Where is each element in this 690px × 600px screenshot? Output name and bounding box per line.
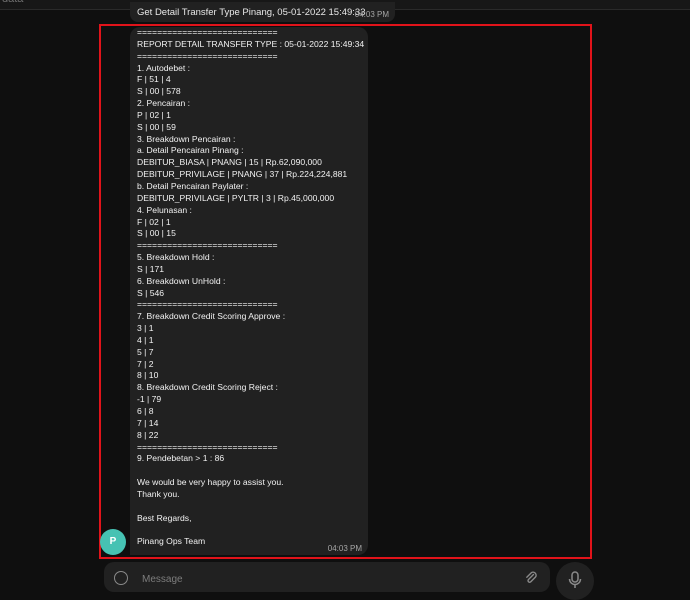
record-voice-button[interactable] bbox=[556, 562, 594, 600]
message-line: 1. Autodebet : bbox=[137, 62, 191, 73]
message-line: 3 | 1 bbox=[137, 323, 154, 334]
message-line: 7 | 14 bbox=[137, 417, 159, 428]
message-line: DEBITUR_PRIVILAGE | PYLTR | 3 | Rp.45,00… bbox=[137, 192, 335, 203]
message-line: DEBITUR_BIASA | PNANG | 15 | Rp.62,090,0… bbox=[137, 157, 322, 168]
message-line: S | 00 | 15 bbox=[137, 228, 176, 239]
previous-message-bubble[interactable]: Get Detail Transfer Type Pinang, 05-01-2… bbox=[130, 2, 395, 22]
message-line: 6. Breakdown UnHold : bbox=[137, 275, 226, 286]
header-hint-text: data bbox=[2, 0, 23, 5]
message-line: 5. Breakdown Hold : bbox=[137, 252, 215, 263]
message-time: 04:03 PM bbox=[327, 544, 362, 553]
message-line: 8 | 22 bbox=[137, 429, 159, 440]
message-line: Thank you. bbox=[137, 488, 180, 499]
message-line bbox=[137, 501, 364, 513]
message-line: 6 | 8 bbox=[137, 406, 154, 416]
paperclip-icon[interactable] bbox=[524, 571, 538, 585]
previous-message-time: 04:03 PM bbox=[354, 10, 389, 19]
message-line: 2. Pencairan : bbox=[137, 98, 191, 109]
message-line: F | 02 | 1 bbox=[137, 216, 171, 227]
avatar[interactable]: P bbox=[100, 529, 126, 555]
message-line: S | 00 | 59 bbox=[137, 121, 176, 132]
message-line: 7. Breakdown Credit Scoring Approve : bbox=[137, 311, 286, 322]
message-line: DEBITUR_PRIVILAGE | PNANG | 37 | Rp.224,… bbox=[137, 169, 348, 180]
message-line: REPORT DETAIL TRANSFER TYPE : 05-01-2022… bbox=[137, 38, 365, 49]
message-composer[interactable]: Message bbox=[104, 562, 550, 592]
message-line: 4. Pelunasan : bbox=[137, 204, 192, 215]
message-line: 5 | 7 bbox=[137, 346, 154, 357]
message-line bbox=[137, 524, 364, 536]
message-line: b. Detail Pencairan Paylater : bbox=[137, 180, 249, 191]
message-line: P | 02 | 1 bbox=[137, 109, 171, 120]
message-line: 7 | 2 bbox=[137, 358, 154, 369]
message-line: Best Regards, bbox=[137, 512, 192, 523]
message-line: ============================ bbox=[137, 441, 278, 452]
message-line: 8 | 10 bbox=[137, 370, 159, 381]
message-line: -1 | 79 bbox=[137, 394, 162, 405]
microphone-icon bbox=[568, 571, 582, 588]
message-line: 8. Breakdown Credit Scoring Reject : bbox=[137, 382, 278, 393]
message-line: ============================ bbox=[137, 299, 278, 310]
message-line: S | 00 | 578 bbox=[137, 86, 181, 97]
smile-icon[interactable] bbox=[114, 571, 128, 585]
message-line: S | 546 bbox=[137, 287, 165, 298]
message-line: a. Detail Pencairan Pinang : bbox=[137, 145, 244, 156]
report-message-bubble[interactable]: ============================ REPORT DETAI… bbox=[130, 27, 368, 555]
message-line: F | 51 | 4 bbox=[137, 74, 171, 85]
message-line: S | 171 bbox=[137, 263, 165, 274]
message-input[interactable]: Message bbox=[142, 574, 183, 585]
message-body: ============================ REPORT DETAI… bbox=[137, 27, 364, 548]
message-line: We would be very happy to assist you. bbox=[137, 477, 284, 488]
message-line bbox=[137, 465, 364, 477]
message-line: 3. Breakdown Pencairan : bbox=[137, 133, 236, 144]
message-line: ============================ bbox=[137, 50, 278, 61]
message-line: 4 | 1 bbox=[137, 334, 154, 345]
message-line: ============================ bbox=[137, 240, 278, 251]
message-line: ============================ bbox=[137, 27, 278, 37]
message-line: 9. Pendebetan > 1 : 86 bbox=[137, 453, 225, 464]
previous-message-text: Get Detail Transfer Type Pinang, 05-01-2… bbox=[137, 7, 366, 18]
